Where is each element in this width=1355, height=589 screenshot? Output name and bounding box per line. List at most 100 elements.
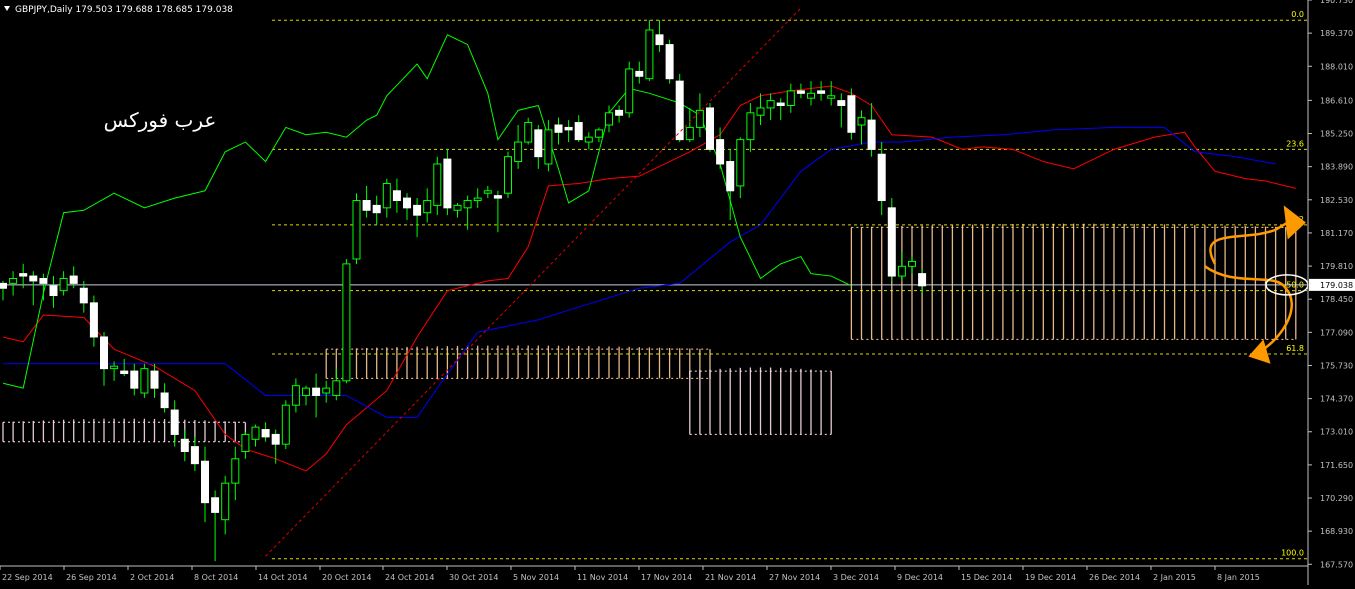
candle-body[interactable] (524, 122, 533, 143)
candle-body[interactable] (110, 365, 119, 370)
candle-body[interactable] (342, 263, 351, 382)
candle-body[interactable] (695, 109, 704, 128)
candle-body[interactable] (19, 273, 28, 277)
candle-body[interactable] (211, 497, 220, 513)
candle-body[interactable] (382, 182, 391, 209)
candle-body[interactable] (302, 387, 310, 396)
candle-body[interactable] (564, 126, 573, 131)
candle-body[interactable] (493, 195, 502, 199)
candle-body[interactable] (413, 204, 422, 216)
candle-body[interactable] (857, 117, 866, 126)
candle-body[interactable] (675, 80, 684, 141)
candle-body[interactable] (201, 460, 209, 504)
candle-body[interactable] (877, 153, 886, 202)
candle-body[interactable] (332, 380, 341, 396)
candle-body[interactable] (443, 158, 452, 209)
candle-body[interactable] (887, 207, 896, 277)
candle-body[interactable] (645, 29, 654, 80)
candle-body[interactable] (79, 287, 88, 304)
candle-body[interactable] (483, 190, 492, 194)
candle-body[interactable] (251, 426, 260, 440)
candle-body[interactable] (312, 387, 321, 396)
candle-body[interactable] (392, 190, 401, 202)
candle-body[interactable] (635, 70, 644, 77)
candle-body[interactable] (766, 100, 775, 109)
candle-body[interactable] (574, 122, 583, 141)
candle-body[interactable] (89, 302, 98, 338)
candle-body[interactable] (746, 112, 755, 141)
candle-body[interactable] (281, 404, 290, 445)
candle-body[interactable] (49, 285, 58, 297)
candle-body[interactable] (130, 370, 139, 389)
candle-body[interactable] (140, 368, 149, 394)
candle-body[interactable] (372, 204, 381, 214)
candle-body[interactable] (120, 370, 129, 375)
candle-body[interactable] (29, 275, 38, 282)
candlestick-chart[interactable]: 0.023.638.250.061.8100.0 190.730189.3701… (0, 0, 1355, 585)
candle-body[interactable] (322, 387, 331, 394)
candle-body[interactable] (736, 139, 745, 187)
candle-body[interactable] (847, 95, 856, 133)
candle-body[interactable] (716, 139, 725, 165)
candle-body[interactable] (150, 370, 159, 389)
candle-body[interactable] (807, 92, 815, 99)
candle-body[interactable] (706, 107, 714, 150)
candle-body[interactable] (837, 100, 846, 107)
fib-level-label: 100.0 (1281, 549, 1304, 558)
fib-level-label: 61.8 (1286, 344, 1304, 353)
candle-body[interactable] (463, 200, 472, 209)
candle-body[interactable] (908, 260, 916, 267)
candle-body[interactable] (0, 282, 7, 289)
price-tick-label: 183.890 (1320, 163, 1353, 172)
candle-body[interactable] (756, 107, 765, 116)
candle-body[interactable] (261, 429, 270, 438)
candle-body[interactable] (625, 68, 634, 114)
candle-body[interactable] (453, 204, 462, 211)
candle-body[interactable] (665, 44, 674, 80)
candle-body[interactable] (534, 129, 543, 158)
candle-body[interactable] (584, 136, 593, 143)
candle-body[interactable] (605, 112, 613, 126)
candle-body[interactable] (473, 197, 482, 202)
candle-body[interactable] (291, 385, 300, 406)
time-tick-label: 21 Nov 2014 (705, 573, 756, 582)
candle-body[interactable] (170, 409, 179, 435)
candle-body[interactable] (786, 90, 795, 107)
candle-body[interactable] (615, 109, 624, 116)
candle-body[interactable] (241, 433, 250, 452)
candle-body[interactable] (504, 156, 512, 194)
candle-body[interactable] (100, 336, 108, 370)
candle-body[interactable] (796, 90, 805, 94)
candle-body[interactable] (190, 446, 199, 465)
candle-body[interactable] (514, 141, 523, 163)
candle-body[interactable] (726, 161, 735, 192)
candle-body[interactable] (827, 95, 836, 99)
candle-body[interactable] (221, 482, 230, 521)
candle-body[interactable] (776, 102, 785, 107)
candle-body[interactable] (423, 200, 432, 214)
candle-body[interactable] (59, 277, 68, 292)
candle-body[interactable] (433, 163, 442, 206)
candle-body[interactable] (554, 124, 563, 133)
candle-body[interactable] (685, 126, 694, 141)
chart-window[interactable]: 0.023.638.250.061.8100.0 190.730189.3701… (0, 0, 1355, 585)
candle-body[interactable] (160, 392, 169, 409)
candle-body[interactable] (39, 277, 48, 284)
candle-body[interactable] (918, 273, 927, 287)
time-tick-label: 26 Dec 2014 (1089, 573, 1140, 582)
candle-body[interactable] (897, 265, 906, 277)
candle-body[interactable] (594, 129, 603, 138)
candle-body[interactable] (352, 200, 361, 260)
candle-body[interactable] (655, 34, 664, 46)
candle-body[interactable] (180, 438, 189, 452)
candle-body[interactable] (9, 277, 18, 284)
time-tick-label: 15 Dec 2014 (961, 573, 1012, 582)
candle-body[interactable] (271, 433, 280, 445)
candle-body[interactable] (231, 458, 240, 484)
candle-body[interactable] (362, 200, 371, 211)
candle-body[interactable] (817, 90, 826, 94)
candle-body[interactable] (403, 197, 411, 209)
candle-body[interactable] (867, 119, 876, 150)
candle-body[interactable] (544, 129, 553, 165)
candle-body[interactable] (69, 275, 78, 284)
